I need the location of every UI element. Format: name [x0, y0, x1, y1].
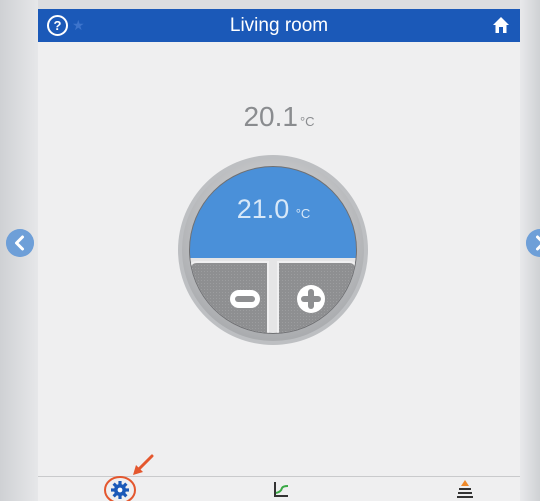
room-title: Living room	[229, 15, 329, 36]
thermostat-panel: ? ★ Living room 20.1 °C 21.0 °C	[38, 9, 520, 501]
settings-button[interactable]	[103, 475, 137, 501]
top-bar: ? ★ Living room	[38, 9, 520, 42]
minus-icon[interactable]	[230, 290, 260, 308]
layers-icon[interactable]	[456, 479, 474, 499]
setpoint-unit: °C	[296, 206, 311, 221]
gear-icon	[111, 481, 129, 499]
chart-icon[interactable]	[272, 480, 290, 498]
setpoint-value: 21.0	[237, 194, 290, 224]
current-temperature-unit: °C	[299, 114, 315, 129]
current-temperature-value: 20.1	[243, 101, 298, 132]
current-temperature: 20.1 °C	[38, 101, 520, 133]
plus-icon[interactable]	[297, 285, 325, 313]
thermostat-dial: 21.0 °C	[178, 155, 368, 345]
chevron-left-icon[interactable]	[6, 229, 34, 257]
home-icon[interactable]	[492, 16, 510, 34]
